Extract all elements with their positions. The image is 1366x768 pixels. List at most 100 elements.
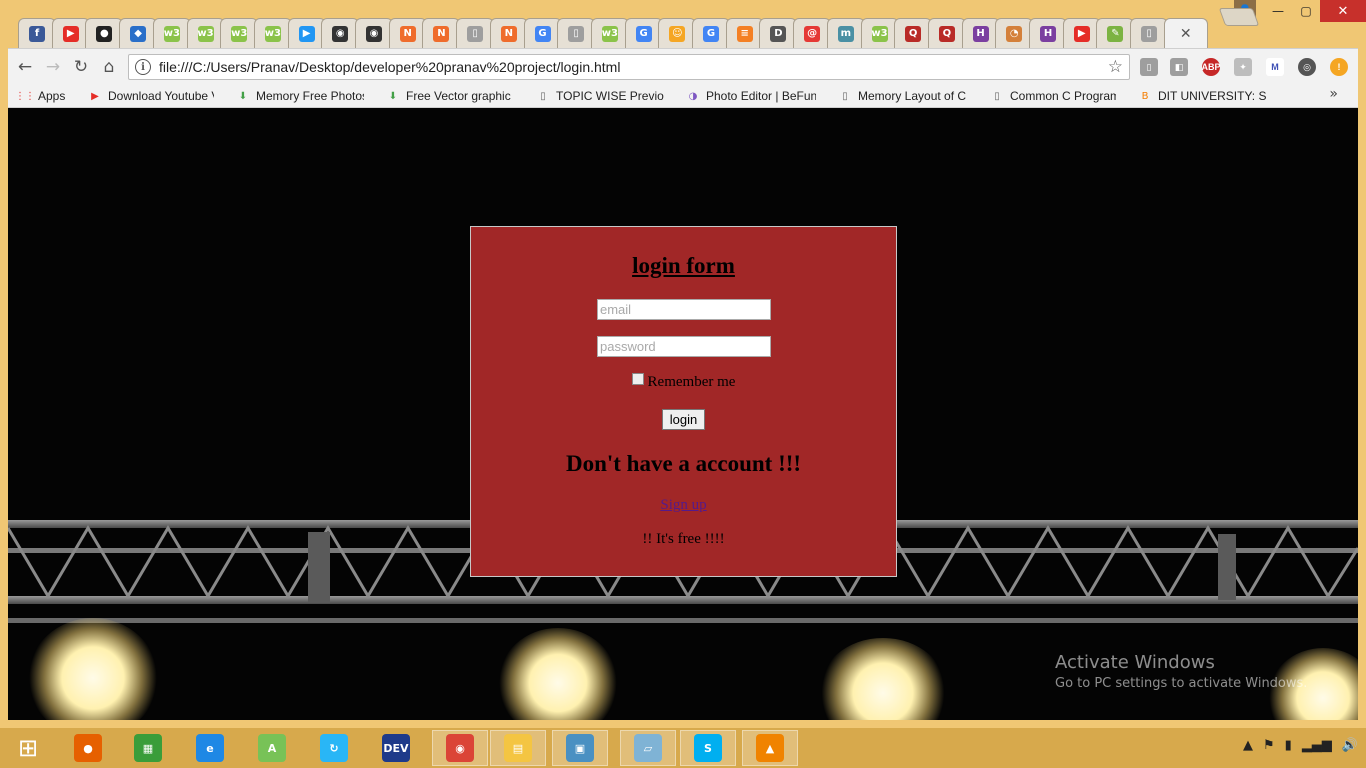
browser-tab[interactable]: w3 xyxy=(590,18,629,48)
show-hidden-icons-icon[interactable]: ▲ xyxy=(1243,738,1253,753)
w3schools-icon: w3 xyxy=(197,25,214,42)
browser-tab[interactable]: ▶ xyxy=(287,18,326,48)
browser-tab[interactable]: m xyxy=(826,18,865,48)
taskbar-item[interactable]: e xyxy=(182,730,238,766)
browser-tab[interactable]: N xyxy=(388,18,427,48)
browser-tab[interactable]: w3 xyxy=(152,18,191,48)
bookmark-star-icon[interactable]: ☆ xyxy=(1108,57,1123,77)
taskbar-item[interactable]: ▲ xyxy=(742,730,798,766)
browser-tab[interactable]: ▯ xyxy=(557,18,596,48)
close-window-button[interactable]: ✕ xyxy=(1320,0,1366,22)
alert-icon[interactable]: ! xyxy=(1330,58,1348,76)
taskbar-item[interactable]: ▤ xyxy=(490,730,546,766)
browser-tab[interactable]: ▶ xyxy=(1062,18,1101,48)
bookmark-item[interactable]: ⬇ Memory Free Photos xyxy=(236,87,364,105)
battery-icon[interactable]: ▮ xyxy=(1285,738,1292,753)
bookmark-label: TOPIC WISE Previous xyxy=(556,89,664,103)
bookmark-item[interactable]: ▯ Common C Programm xyxy=(990,87,1116,105)
reload-icon[interactable]: ↻ xyxy=(70,56,92,78)
browser-tab[interactable]: w3 xyxy=(253,18,292,48)
taskbar-item[interactable]: ▣ xyxy=(552,730,608,766)
info-icon[interactable]: i xyxy=(135,59,151,75)
close-tab-icon[interactable]: ✕ xyxy=(1178,26,1194,42)
browser-tab[interactable]: ● xyxy=(85,18,124,48)
browser-tab[interactable]: H xyxy=(1029,18,1067,48)
taskbar-item[interactable]: ◉ xyxy=(432,730,488,766)
bookmark-item[interactable]: ▯ Memory Layout of C P xyxy=(838,87,968,105)
bookmarks-more-icon[interactable]: » xyxy=(1329,86,1338,102)
action-center-flag-icon[interactable]: ⚑ xyxy=(1263,738,1275,753)
extension-bag-icon[interactable]: ◧ xyxy=(1170,58,1188,76)
new-tab-button[interactable] xyxy=(1218,8,1260,26)
browser-tab[interactable]: ≡ xyxy=(725,18,764,48)
adblock-plus-icon[interactable]: ABP xyxy=(1202,58,1221,76)
browser-tab[interactable]: Q xyxy=(894,18,933,48)
bookmark-item[interactable]: ⋮⋮ Apps xyxy=(18,87,66,105)
n-logo-icon: N xyxy=(500,25,517,42)
gmail-icon[interactable]: M xyxy=(1266,58,1284,76)
browser-tab[interactable]: D xyxy=(759,18,798,48)
maximize-button[interactable]: ▢ xyxy=(1292,0,1320,22)
dit-icon: D xyxy=(770,25,787,42)
taskbar-item[interactable]: S xyxy=(680,730,736,766)
remember-me-label: Remember me xyxy=(647,374,736,390)
forward-arrow-icon[interactable]: → xyxy=(42,56,64,78)
address-bar[interactable]: i file:///C:/Users/Pranav/Desktop/develo… xyxy=(128,54,1130,80)
browser-tab[interactable]: ◉ xyxy=(355,18,393,48)
bookmark-item[interactable]: ▯ TOPIC WISE Previous xyxy=(536,87,664,105)
browser-tab[interactable]: ▯ xyxy=(456,18,495,48)
volume-icon[interactable]: 🔊 xyxy=(1342,738,1358,753)
network-signal-icon[interactable]: ▂▄▆ xyxy=(1302,738,1332,753)
browser-tab[interactable]: ☺ xyxy=(658,18,697,48)
minimize-button[interactable]: — xyxy=(1264,0,1292,22)
taskbar-item[interactable]: DEV xyxy=(368,730,424,766)
browser-tab[interactable]: H xyxy=(961,18,1000,48)
browser-tab[interactable]: f xyxy=(18,18,56,48)
browser-tab[interactable]: ▯ xyxy=(1130,18,1169,48)
taskbar-item[interactable]: ⊞ xyxy=(0,730,56,766)
browser-tab[interactable]: w3 xyxy=(860,18,899,48)
browser-tab[interactable]: ✎ xyxy=(1096,18,1135,48)
browser-tab[interactable]: N xyxy=(489,18,528,48)
download-arrow-icon: ⬇ xyxy=(388,90,398,102)
browser-tab[interactable]: @ xyxy=(793,18,832,48)
bookmark-item[interactable]: ◑ Photo Editor | BeFunk xyxy=(686,87,816,105)
back-arrow-icon[interactable]: ← xyxy=(14,56,36,78)
extension-page-icon[interactable]: ▯ xyxy=(1140,58,1158,76)
w3schools-icon: w3 xyxy=(164,25,180,42)
password-input[interactable] xyxy=(597,336,771,357)
browser-tab[interactable]: G xyxy=(624,18,663,48)
browser-tab[interactable]: Q xyxy=(927,18,966,48)
taskbar-item[interactable]: A xyxy=(244,730,300,766)
browser-tab[interactable]: G xyxy=(692,18,730,48)
home-icon[interactable]: ⌂ xyxy=(98,56,120,78)
browser-tab[interactable]: N xyxy=(422,18,461,48)
browser-tab[interactable]: w3 xyxy=(186,18,225,48)
taskbar-item[interactable]: ↻ xyxy=(306,730,362,766)
taskbar-item[interactable]: ▱ xyxy=(620,730,676,766)
bookmark-item[interactable]: ▶ Download Youtube Vi xyxy=(88,87,214,105)
browser-tab[interactable]: G xyxy=(523,18,562,48)
active-browser-tab[interactable]: ✕ xyxy=(1163,18,1208,48)
taskbar-item[interactable]: ● xyxy=(60,730,116,766)
url-text[interactable]: file:///C:/Users/Pranav/Desktop/develope… xyxy=(159,59,620,75)
bookmark-item[interactable]: B DIT UNIVERSITY: Sept xyxy=(1138,87,1266,105)
taskbar-item[interactable]: ▦ xyxy=(120,730,176,766)
email-input[interactable] xyxy=(597,299,771,320)
signup-link[interactable]: Sign up xyxy=(471,497,896,514)
file-explorer-icon: ▤ xyxy=(504,734,532,762)
remember-me-checkbox[interactable] xyxy=(631,373,644,385)
bookmark-item[interactable]: ⬇ Free Vector graphic a xyxy=(386,87,514,105)
devcpp-icon: DEV xyxy=(382,734,410,762)
browser-tab[interactable]: ◉ xyxy=(321,18,360,48)
browser-tab[interactable]: ▶ xyxy=(51,18,90,48)
play-circle-icon: ▶ xyxy=(298,25,315,42)
browser-tab[interactable]: ◆ xyxy=(119,18,158,48)
film-reel-icon[interactable]: ◎ xyxy=(1298,58,1316,76)
extension-puzzle-icon[interactable]: ✦ xyxy=(1234,58,1252,76)
bookmarks-bar: » ⋮⋮ Apps ▶ Download Youtube Vi ⬇ Memory Free… xyxy=(8,84,1358,108)
activate-windows-subtitle: Go to PC settings to activate Windows. xyxy=(1055,676,1308,691)
browser-tab[interactable]: ◔ xyxy=(995,18,1034,48)
browser-tab[interactable]: w3 xyxy=(220,18,259,48)
login-button[interactable]: login xyxy=(662,409,705,430)
